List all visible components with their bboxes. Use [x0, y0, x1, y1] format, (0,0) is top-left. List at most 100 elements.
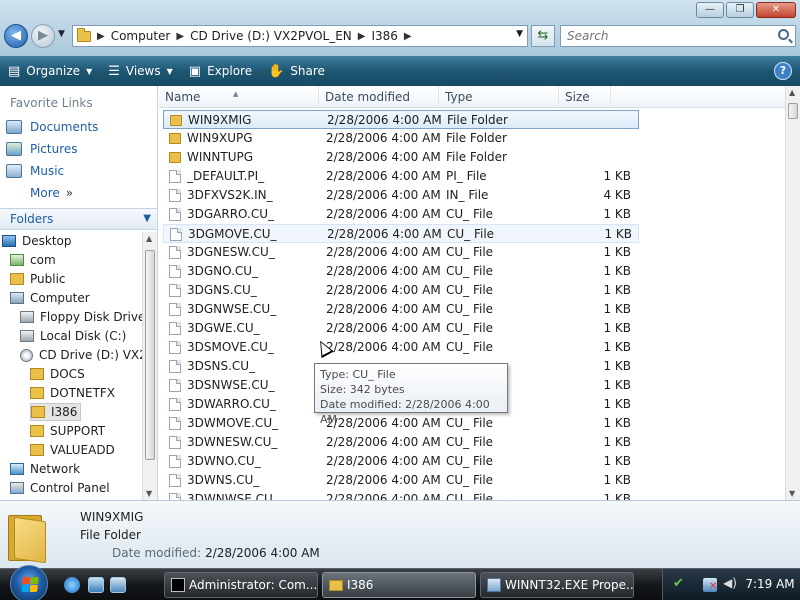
- favorite-music[interactable]: Music: [6, 164, 64, 178]
- refresh-button[interactable]: ⇆: [531, 25, 555, 47]
- organize-button[interactable]: ▤ Organize ▼: [0, 58, 100, 84]
- file-size: 1 KB: [603, 264, 631, 278]
- forward-button[interactable]: ▶: [31, 24, 55, 48]
- volume-icon[interactable]: ◀): [723, 576, 737, 590]
- file-row[interactable]: WIN9XMIG 2/28/2006 4:00 AM File Folder: [163, 110, 639, 129]
- switch-windows-icon[interactable]: [110, 577, 126, 593]
- file-row[interactable]: 3DGARRO.CU_ 2/28/2006 4:00 AM CU_ File 1 KB: [163, 205, 639, 224]
- column-header-size[interactable]: Size: [559, 86, 611, 108]
- back-button[interactable]: ◀: [4, 24, 28, 48]
- taskbar-item-command-prompt[interactable]: Administrator: Com...: [164, 572, 318, 598]
- tree-item-label: Local Disk (C:): [40, 329, 127, 343]
- show-desktop-icon[interactable]: [88, 577, 104, 593]
- file-type: CU_ File: [446, 302, 494, 316]
- breadcrumb-cd-drive[interactable]: CD Drive (D:) VX2PVOL_EN: [190, 29, 352, 43]
- internet-explorer-icon[interactable]: [64, 577, 80, 593]
- breadcrumb-separator-icon[interactable]: ▶: [404, 31, 412, 42]
- file-list-scrollbar[interactable]: ▲ ▼: [785, 86, 800, 500]
- scrollbar-thumb[interactable]: [788, 103, 798, 119]
- breadcrumb-separator-icon[interactable]: ▶: [358, 31, 366, 42]
- file-icon: [169, 398, 181, 411]
- column-header-name[interactable]: ▲ Name: [159, 86, 319, 108]
- file-row[interactable]: 3DSMOVE.CU_ 2/28/2006 4:00 AM CU_ File 1 KB: [163, 338, 639, 357]
- scroll-up-icon[interactable]: ▲: [146, 234, 152, 243]
- breadcrumb-computer[interactable]: Computer: [111, 29, 171, 43]
- file-name: 3DSNWSE.CU_: [187, 378, 275, 392]
- file-row[interactable]: WIN9XUPG 2/28/2006 4:00 AM File Folder: [163, 129, 639, 148]
- file-row[interactable]: 3DFXVS2K.IN_ 2/28/2006 4:00 AM IN_ File 4 K…: [163, 186, 639, 205]
- tree-item-com[interactable]: com: [10, 251, 56, 269]
- file-date-modified: 2/28/2006 4:00 AM: [326, 473, 441, 487]
- large-folder-icon: [8, 509, 48, 564]
- scroll-down-icon[interactable]: ▼: [789, 489, 795, 498]
- tree-item-desktop[interactable]: Desktop: [2, 232, 72, 250]
- column-header-date[interactable]: Date modified: [319, 86, 439, 108]
- folders-header[interactable]: Folders ▼: [0, 208, 157, 230]
- tree-item-local-disk-c[interactable]: Local Disk (C:): [20, 327, 126, 345]
- file-row[interactable]: _DEFAULT.PI_ 2/28/2006 4:00 AM PI_ File 1 K…: [163, 167, 639, 186]
- search-input[interactable]: [561, 26, 761, 46]
- taskbar-item-winnt32-properties[interactable]: WINNT32.EXE Prope...: [480, 572, 634, 598]
- tree-item-docs[interactable]: DOCS: [30, 365, 85, 383]
- column-header-type[interactable]: Type: [439, 86, 559, 108]
- tree-item-network[interactable]: Network: [10, 460, 80, 478]
- scroll-up-icon[interactable]: ▲: [789, 88, 795, 97]
- tree-item-valueadd[interactable]: VALUEADD: [30, 441, 115, 459]
- explore-button[interactable]: ▣ Explore: [181, 58, 260, 84]
- tree-item-floppy-disk-drive[interactable]: Floppy Disk Drive (: [20, 308, 142, 326]
- file-row[interactable]: 3DWNWSE.CU_ 2/28/2006 4:00 AM CU_ File 1 KB: [163, 490, 639, 500]
- scrollbar-thumb[interactable]: [145, 250, 155, 460]
- tree-item-control-panel[interactable]: Control Panel: [10, 479, 110, 497]
- favorite-pictures[interactable]: Pictures: [6, 142, 78, 156]
- tree-item-support[interactable]: SUPPORT: [30, 422, 105, 440]
- file-row[interactable]: 3DGMOVE.CU_ 2/28/2006 4:00 AM CU_ File 1 KB: [163, 224, 639, 243]
- share-button[interactable]: ✋ Share: [260, 58, 333, 84]
- details-date-label: Date modified:: [112, 546, 202, 560]
- file-row[interactable]: WINNTUPG 2/28/2006 4:00 AM File Folder: [163, 148, 639, 167]
- file-row[interactable]: 3DGNO.CU_ 2/28/2006 4:00 AM CU_ File 1 KB: [163, 262, 639, 281]
- maximize-button[interactable]: ❐: [726, 2, 754, 18]
- recent-pages-button[interactable]: ▼: [58, 29, 65, 39]
- breadcrumb-separator-icon[interactable]: ▶: [176, 31, 184, 42]
- favorite-documents[interactable]: Documents: [6, 120, 98, 134]
- views-button[interactable]: ☰ Views ▼: [100, 58, 181, 84]
- file-row[interactable]: 3DWNESW.CU_ 2/28/2006 4:00 AM CU_ File 1 KB: [163, 433, 639, 452]
- file-type: IN_ File: [446, 188, 489, 202]
- file-row[interactable]: 3DWNO.CU_ 2/28/2006 4:00 AM CU_ File 1 KB: [163, 452, 639, 471]
- breadcrumb[interactable]: ▶ Computer ▶ CD Drive (D:) VX2PVOL_EN ▶ …: [72, 25, 528, 47]
- address-dropdown-icon[interactable]: ▼: [516, 29, 523, 39]
- tree-item-label: Floppy Disk Drive (: [40, 310, 142, 324]
- file-name: 3DGNESW.CU_: [187, 245, 275, 259]
- folder-icon: [30, 425, 44, 437]
- file-row[interactable]: 3DWNS.CU_ 2/28/2006 4:00 AM CU_ File 1 KB: [163, 471, 639, 490]
- tooltip-type: Type: CU_ File: [320, 368, 396, 381]
- minimize-button[interactable]: —: [696, 2, 724, 18]
- favorite-label: Documents: [30, 120, 99, 134]
- taskbar-item-i386[interactable]: I386: [322, 572, 476, 598]
- file-name: 3DWNWSE.CU_: [187, 492, 279, 500]
- file-row[interactable]: 3DGWE.CU_ 2/28/2006 4:00 AM CU_ File 1 KB: [163, 319, 639, 338]
- tree-item-dotnetfx[interactable]: DOTNETFX: [30, 384, 115, 402]
- network-disconnected-icon[interactable]: [703, 578, 717, 592]
- tree-item-cd-drive-d-vx2p[interactable]: CD Drive (D:) VX2P: [20, 346, 142, 364]
- clock[interactable]: 7:19 AM: [743, 569, 797, 600]
- tree-item-computer[interactable]: Computer: [10, 289, 90, 307]
- file-row[interactable]: 3DGNS.CU_ 2/28/2006 4:00 AM CU_ File 1 KB: [163, 281, 639, 300]
- search-icon[interactable]: [778, 29, 789, 40]
- search-box[interactable]: [560, 25, 796, 47]
- file-size: 1 KB: [603, 321, 631, 335]
- tree-item-public[interactable]: Public: [10, 270, 66, 288]
- tree-item-i386[interactable]: I386: [30, 403, 82, 421]
- breadcrumb-separator-icon[interactable]: ▶: [97, 31, 105, 42]
- close-button[interactable]: ✕: [756, 2, 796, 18]
- breadcrumb-i386[interactable]: I386: [371, 29, 397, 43]
- file-row[interactable]: 3DGNESW.CU_ 2/28/2006 4:00 AM CU_ File 1 KB: [163, 243, 639, 262]
- start-button[interactable]: [10, 565, 48, 600]
- favorite-more-link[interactable]: More »: [30, 186, 73, 200]
- folder-tree-scrollbar[interactable]: ▲ ▼: [142, 232, 157, 500]
- file-size: 1 KB: [603, 473, 631, 487]
- scroll-down-icon[interactable]: ▼: [146, 489, 152, 498]
- file-row[interactable]: 3DGNWSE.CU_ 2/28/2006 4:00 AM CU_ File 1 KB: [163, 300, 639, 319]
- safely-remove-hardware-icon[interactable]: ✔: [673, 576, 687, 591]
- help-button[interactable]: ?: [774, 62, 792, 80]
